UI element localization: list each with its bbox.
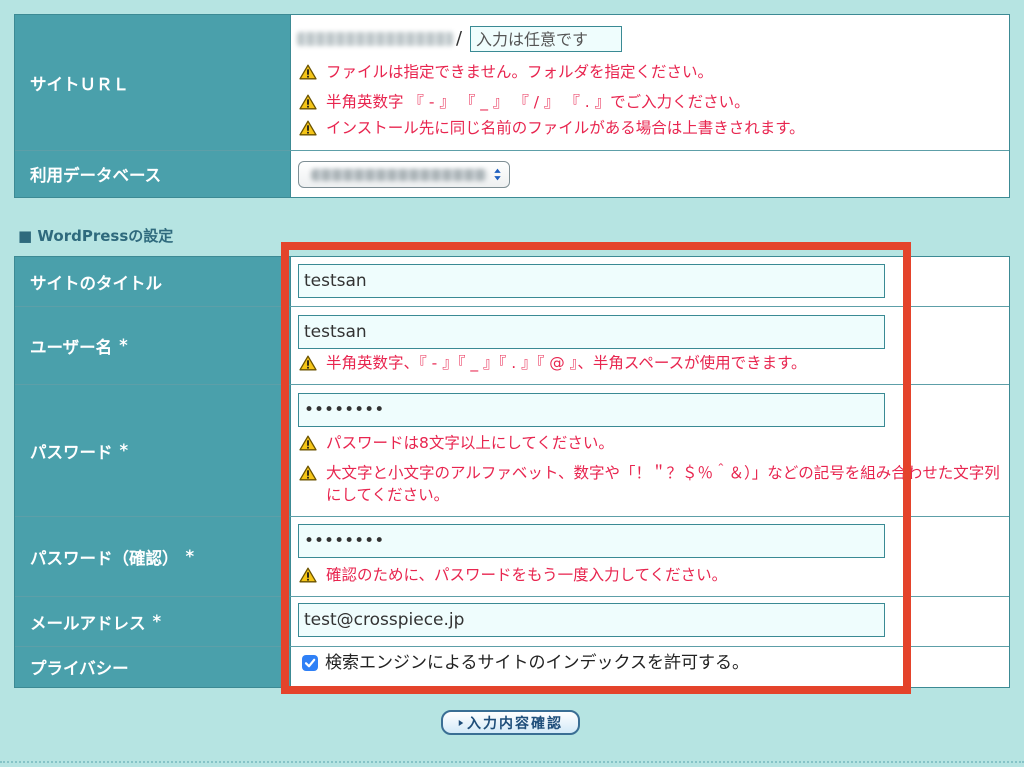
checkmark-icon (304, 658, 316, 668)
email-input[interactable] (298, 603, 885, 637)
label-text: パスワード（確認） (30, 548, 179, 568)
search-engine-index-label[interactable]: 検索エンジンによるサイトのインデックスを許可する。 (325, 653, 749, 673)
label-text: 利用データベース (30, 166, 162, 185)
subdirectory-input[interactable] (470, 26, 622, 52)
required-mark: * (119, 336, 128, 355)
row-username: ユーザー名 * 半角英数字、『 - 』『 _ 』『 . 』『 @ 』、半角スペース… (15, 307, 1009, 385)
password-confirm-value-cell: 確認のために、パスワードをもう一度入力してください。 (291, 517, 1009, 596)
label-site-title: サイトのタイトル (15, 257, 291, 306)
site-title-value-cell (291, 257, 1009, 306)
dotted-divider (0, 761, 1024, 763)
site-title-input[interactable] (298, 264, 885, 298)
label-text: ユーザー名 (30, 337, 113, 357)
label-privacy: プライバシー (15, 647, 291, 687)
warning-text: 大文字と小文字のアルファベット、数字や「！＂？＄％＾＆）」などの記号を組み合わせ… (326, 464, 1000, 504)
label-password-confirm: パスワード（確認） * (15, 517, 291, 596)
warning-text: 半角英数字、『 - 』『 _ 』『 . 』『 @ 』、半角スペースが使用できます… (326, 354, 807, 372)
row-email: メールアドレス * (15, 597, 1009, 647)
label-text: サイトのタイトル (30, 273, 162, 293)
blurred-database-name (311, 169, 487, 181)
row-password: パスワード * パスワードは8文字以上にしてください。 大文字と小文字のアルファベ… (15, 385, 1009, 517)
label-text: メールアドレス (30, 613, 146, 633)
site-url-table: サイトＵＲＬ / ファイルは指定できません。フォルダを指定ください。 半角英数字… (14, 14, 1010, 198)
site-url-value-cell: / ファイルは指定できません。フォルダを指定ください。 半角英数字 『 - 』 … (291, 15, 1009, 150)
warning-text: インストール先に同じ名前のファイルがある場合は上書きされます。 (326, 119, 805, 137)
warning-text: 半角英数字 『 - 』 『 _ 』 『 / 』 『 . 』でご入力ください。 (326, 93, 750, 111)
email-value-cell (291, 597, 1009, 646)
arrow-right-icon (458, 719, 464, 726)
required-mark: * (152, 612, 162, 631)
wordpress-settings-table: サイトのタイトル ユーザー名 * 半角英数字、『 - 』『 _ 』『 . 』『 @… (14, 256, 1010, 688)
row-database: 利用データベース (15, 151, 1009, 197)
warning-icon (299, 120, 317, 136)
warning-icon (299, 94, 317, 110)
section-heading: ■ WordPressの設定 (18, 227, 174, 245)
warning-message: パスワードは8文字以上にしてください。 (298, 432, 614, 454)
warning-icon (299, 567, 317, 583)
warning-message: インストール先に同じ名前のファイルがある場合は上書きされます。 (298, 117, 805, 139)
warning-icon (299, 465, 317, 481)
warning-text: ファイルは指定できません。フォルダを指定ください。 (326, 63, 714, 81)
row-site-url: サイトＵＲＬ / ファイルは指定できません。フォルダを指定ください。 半角英数字… (15, 15, 1009, 151)
warning-icon (299, 435, 317, 451)
row-password-confirm: パスワード（確認） * 確認のために、パスワードをもう一度入力してください。 (15, 517, 1009, 597)
confirm-button-label: 入力内容確認 (467, 715, 563, 732)
warning-message: ファイルは指定できません。フォルダを指定ください。 (298, 61, 713, 83)
row-privacy: プライバシー 検索エンジンによるサイトのインデックスを許可する。 (15, 647, 1009, 687)
warning-text: 確認のために、パスワードをもう一度入力してください。 (326, 566, 728, 584)
warning-message: 確認のために、パスワードをもう一度入力してください。 (298, 564, 727, 586)
url-separator: / (456, 28, 463, 49)
label-text: パスワード (30, 442, 113, 462)
required-mark: * (119, 441, 129, 460)
database-value-cell (291, 151, 1009, 197)
label-username: ユーザー名 * (15, 307, 291, 384)
username-value-cell: 半角英数字、『 - 』『 _ 』『 . 』『 @ 』、半角スペースが使用できます… (291, 307, 1009, 384)
warning-text: パスワードは8文字以上にしてください。 (326, 434, 614, 452)
label-email: メールアドレス * (15, 597, 291, 646)
warning-message: 半角英数字 『 - 』 『 _ 』 『 / 』 『 . 』でご入力ください。 (298, 91, 750, 113)
warning-icon (299, 64, 317, 80)
label-site-url: サイトＵＲＬ (15, 15, 291, 150)
warning-icon (299, 355, 317, 371)
wordpress-install-form-page: サイトＵＲＬ / ファイルは指定できません。フォルダを指定ください。 半角英数字… (0, 0, 1024, 767)
blurred-base-url (297, 32, 453, 46)
label-password: パスワード * (15, 385, 291, 516)
warning-message: 半角英数字、『 - 』『 _ 』『 . 』『 @ 』、半角スペースが使用できます… (298, 352, 807, 374)
required-mark: * (185, 547, 195, 566)
label-text: サイトＵＲＬ (30, 74, 129, 94)
chevron-updown-icon (494, 168, 501, 181)
label-database: 利用データベース (15, 151, 291, 197)
search-engine-index-checkbox[interactable] (302, 655, 318, 671)
confirm-input-button[interactable]: 入力内容確認 (441, 710, 580, 735)
password-confirm-input[interactable] (298, 524, 885, 558)
warning-message: 大文字と小文字のアルファベット、数字や「！＂？＄％＾＆）」などの記号を組み合わせ… (298, 462, 1002, 506)
username-input[interactable] (298, 315, 885, 349)
label-text: プライバシー (30, 659, 129, 678)
privacy-value-cell: 検索エンジンによるサイトのインデックスを許可する。 (291, 647, 1009, 687)
password-input[interactable] (298, 393, 885, 427)
row-site-title: サイトのタイトル (15, 257, 1009, 307)
database-select[interactable] (298, 161, 510, 188)
password-value-cell: パスワードは8文字以上にしてください。 大文字と小文字のアルファベット、数字や「… (291, 385, 1009, 516)
